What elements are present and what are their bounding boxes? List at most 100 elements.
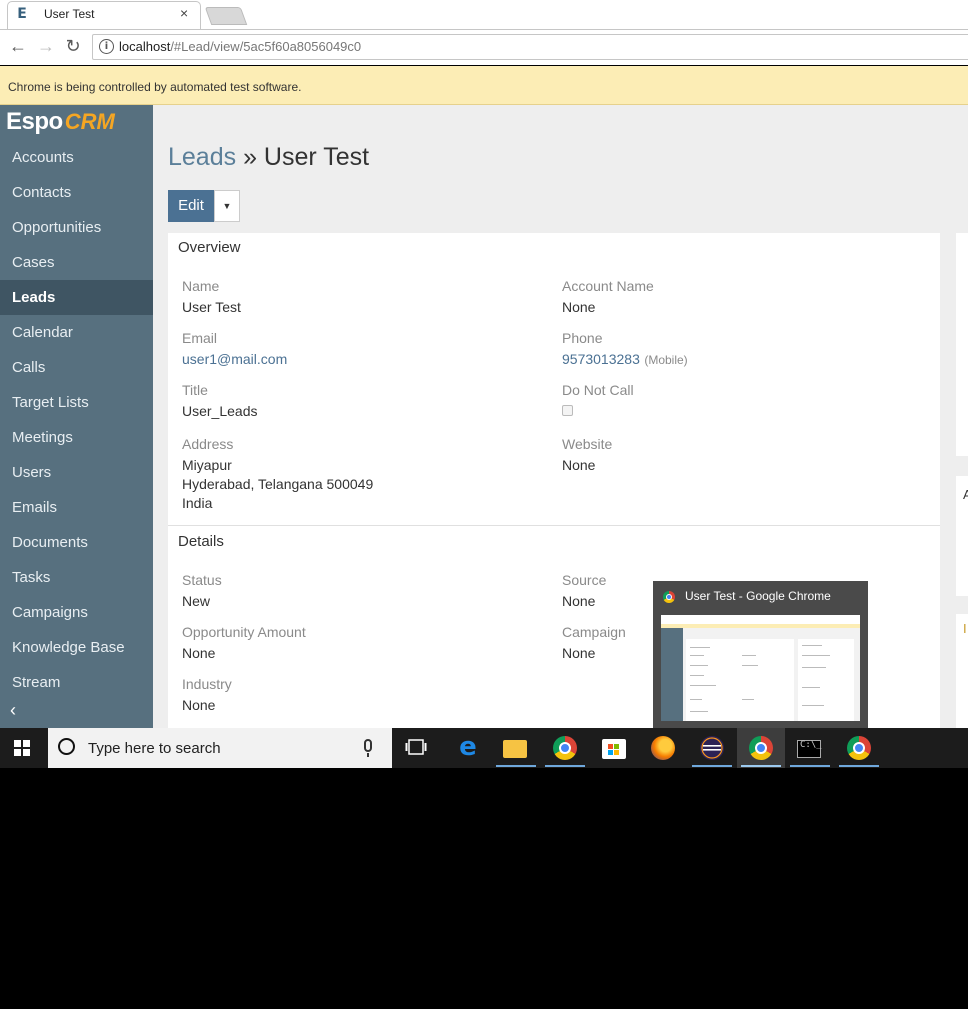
title-label: Title xyxy=(182,382,208,398)
chrome-2-running-indicator xyxy=(839,765,879,767)
email-link[interactable]: user1@mail.com xyxy=(182,351,287,367)
title-value: User_Leads xyxy=(182,403,258,419)
do-not-call-checkbox xyxy=(562,405,573,416)
status-label: Status xyxy=(182,572,222,588)
sidebar-item-documents[interactable]: Documents xyxy=(0,525,153,560)
opportunity-amount-value: None xyxy=(182,645,216,661)
browser-tab[interactable] xyxy=(7,1,201,30)
chevron-down-icon[interactable]: ▼ xyxy=(214,190,240,222)
sidebar-item-contacts[interactable]: Contacts xyxy=(0,175,153,210)
chrome-icon[interactable] xyxy=(553,736,577,760)
address-line-3: India xyxy=(182,495,213,511)
sidebar-item-stream[interactable]: Stream xyxy=(0,665,153,700)
side-panel-3-title: I xyxy=(963,621,967,636)
chrome-running-indicator xyxy=(545,765,585,767)
search-placeholder[interactable]: Type here to search xyxy=(88,740,221,757)
logo-espo: Espo xyxy=(6,108,63,135)
sidebar-item-tasks[interactable]: Tasks xyxy=(0,560,153,595)
side-panel-2-title: A xyxy=(963,487,968,502)
status-value: New xyxy=(182,593,211,609)
sidebar-item-leads[interactable]: Leads xyxy=(0,280,153,315)
eclipse-running-indicator xyxy=(692,765,732,767)
source-label: Source xyxy=(562,572,607,588)
sidebar-item-campaigns[interactable]: Campaigns xyxy=(0,595,153,630)
chrome-icon-active[interactable] xyxy=(749,736,773,760)
name-label: Name xyxy=(182,278,220,294)
task-view-icon[interactable] xyxy=(405,739,427,755)
active-running-indicator xyxy=(741,765,781,767)
address-label: Address xyxy=(182,436,234,452)
reload-icon[interactable]: ↻ xyxy=(63,36,83,56)
breadcrumb-leads-link[interactable]: Leads xyxy=(168,143,236,171)
phone-type: (Mobile) xyxy=(644,353,688,367)
sidebar-item-calls[interactable]: Calls xyxy=(0,350,153,385)
opportunity-amount-label: Opportunity Amount xyxy=(182,624,306,640)
sidebar-item-target-lists[interactable]: Target Lists xyxy=(0,385,153,420)
sidebar-item-knowledge-base[interactable]: Knowledge Base xyxy=(0,630,153,665)
back-arrow-icon[interactable]: ← xyxy=(8,36,28,56)
source-value: None xyxy=(562,593,596,609)
new-tab-button[interactable] xyxy=(204,7,248,25)
windows-start-icon[interactable] xyxy=(14,740,30,756)
do-not-call-label: Do Not Call xyxy=(562,382,634,398)
firefox-icon[interactable] xyxy=(651,736,675,760)
thumb-sidebar xyxy=(661,628,683,721)
preview-title: User Test - Google Chrome xyxy=(685,589,831,603)
microphone-icon[interactable] xyxy=(364,739,372,752)
logo-crm: CRM xyxy=(64,109,115,134)
phone-label: Phone xyxy=(562,330,603,346)
sidebar-item-calendar[interactable]: Calendar xyxy=(0,315,153,350)
sidebar-item-users[interactable]: Users xyxy=(0,455,153,490)
sidebar-item-meetings[interactable]: Meetings xyxy=(0,420,153,455)
edge-icon[interactable]: e xyxy=(456,734,480,760)
collapse-sidebar-icon[interactable]: ‹ xyxy=(10,700,16,721)
overview-title: Overview xyxy=(178,239,241,256)
phone-link[interactable]: 9573013283 xyxy=(562,351,640,367)
address-line-1: Miyapur xyxy=(182,457,232,473)
command-prompt-icon[interactable]: C:\_ xyxy=(797,740,822,758)
side-panel-1 xyxy=(956,233,968,456)
sidebar-item-accounts[interactable]: Accounts xyxy=(0,140,153,175)
microphone-stem xyxy=(367,753,369,757)
eclipse-icon[interactable] xyxy=(700,736,724,760)
email-label: Email xyxy=(182,330,218,346)
sidebar-item-opportunities[interactable]: Opportunities xyxy=(0,210,153,245)
edit-button[interactable]: Edit xyxy=(168,190,214,222)
url-path: /#Lead/view/5ac5f60a8056049c0 xyxy=(170,39,362,54)
infobar-text: Chrome is being controlled by automated … xyxy=(8,80,302,94)
info-icon[interactable]: i xyxy=(99,39,114,54)
espo-favicon-icon: E xyxy=(17,6,27,22)
explorer-running-indicator xyxy=(496,765,536,767)
close-icon[interactable]: × xyxy=(180,5,188,21)
file-explorer-icon[interactable] xyxy=(503,740,527,758)
forward-arrow-icon[interactable]: → xyxy=(36,36,56,56)
tab-title: User Test xyxy=(44,7,95,21)
page-title: Leads » User Test xyxy=(168,143,369,172)
chrome-icon xyxy=(663,591,675,603)
section-divider xyxy=(168,525,940,526)
preview-thumbnail[interactable] xyxy=(661,615,860,721)
url-host: localhost xyxy=(119,39,171,54)
cortana-icon[interactable] xyxy=(58,738,75,755)
campaign-value: None xyxy=(562,645,596,661)
espocrm-logo[interactable]: EspoCRM xyxy=(6,108,115,138)
details-title: Details xyxy=(178,533,224,550)
url-text[interactable]: localhost/#Lead/view/5ac5f60a8056049c0 xyxy=(119,39,361,54)
chrome-icon-2[interactable] xyxy=(847,736,871,760)
account-name-label: Account Name xyxy=(562,278,654,294)
website-value: None xyxy=(562,457,596,473)
store-icon[interactable] xyxy=(602,739,626,759)
industry-label: Industry xyxy=(182,676,232,692)
cmd-running-indicator xyxy=(790,765,830,767)
thumb-browser-bar xyxy=(661,615,860,624)
sidebar-item-emails[interactable]: Emails xyxy=(0,490,153,525)
name-value: User Test xyxy=(182,299,241,315)
thumb-side-panel xyxy=(798,639,854,721)
thumb-panel xyxy=(686,639,794,721)
address-line-2: Hyderabad, Telangana 500049 xyxy=(182,476,374,492)
campaign-label: Campaign xyxy=(562,624,626,640)
phone-field: 9573013283 (Mobile) xyxy=(562,351,688,369)
account-name-value: None xyxy=(562,299,596,315)
breadcrumb-separator: » xyxy=(236,143,264,171)
sidebar-item-cases[interactable]: Cases xyxy=(0,245,153,280)
